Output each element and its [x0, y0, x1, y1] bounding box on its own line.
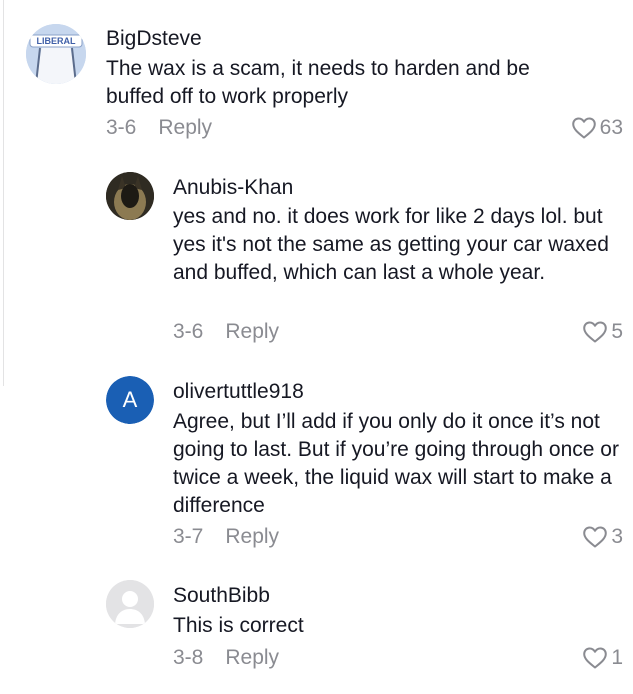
comment-date: 3-6: [173, 320, 204, 343]
like-button[interactable]: 1: [582, 645, 623, 671]
thread-line: [3, 0, 4, 386]
comment-text: Agree, but I’ll add if you only do it on…: [173, 410, 619, 517]
comment-meta: 3-6 Reply: [106, 116, 212, 140]
comment-date: 3-8: [173, 646, 204, 669]
comment-meta: 3-7 Reply: [173, 525, 279, 549]
heart-icon: [571, 117, 596, 139]
reply-button[interactable]: Reply: [158, 116, 212, 139]
reply-button[interactable]: Reply: [225, 525, 279, 548]
avatar[interactable]: A: [106, 376, 154, 424]
avatar-badge-text: LIBERAL: [36, 36, 76, 46]
like-count: 5: [611, 320, 623, 343]
heart-icon: [583, 647, 608, 669]
comment-meta: 3-6 Reply: [173, 320, 279, 344]
comment-username[interactable]: SouthBibb: [173, 584, 270, 608]
avatar[interactable]: [106, 580, 154, 628]
avatar-letter: A: [122, 387, 138, 412]
comment-username[interactable]: Anubis-Khan: [173, 176, 293, 200]
like-count: 1: [611, 646, 623, 669]
comment-date: 3-6: [106, 116, 137, 139]
like-button[interactable]: 5: [582, 319, 623, 345]
avatar[interactable]: [106, 172, 154, 220]
comment-meta: 3-8 Reply: [173, 646, 279, 670]
like-count: 3: [611, 525, 623, 548]
comment-text: yes and no. it does work for like 2 days…: [173, 205, 609, 284]
like-button[interactable]: 3: [582, 524, 623, 550]
like-count: 63: [599, 116, 623, 139]
comment-text: This is correct: [173, 614, 304, 637]
heart-icon: [583, 526, 608, 548]
comment-username[interactable]: BigDsteve: [106, 27, 202, 51]
reply-button[interactable]: Reply: [225, 320, 279, 343]
heart-icon: [583, 321, 608, 343]
reply-button[interactable]: Reply: [225, 646, 279, 669]
comment-date: 3-7: [173, 525, 204, 548]
like-button[interactable]: 63: [571, 115, 623, 141]
default-user-icon: [106, 580, 154, 628]
comment-text: The wax is a scam, it needs to harden an…: [106, 57, 530, 108]
avatar[interactable]: LIBERAL: [26, 24, 86, 84]
comment-username[interactable]: olivertuttle918: [173, 380, 304, 404]
avatar-circle: A: [106, 376, 154, 424]
